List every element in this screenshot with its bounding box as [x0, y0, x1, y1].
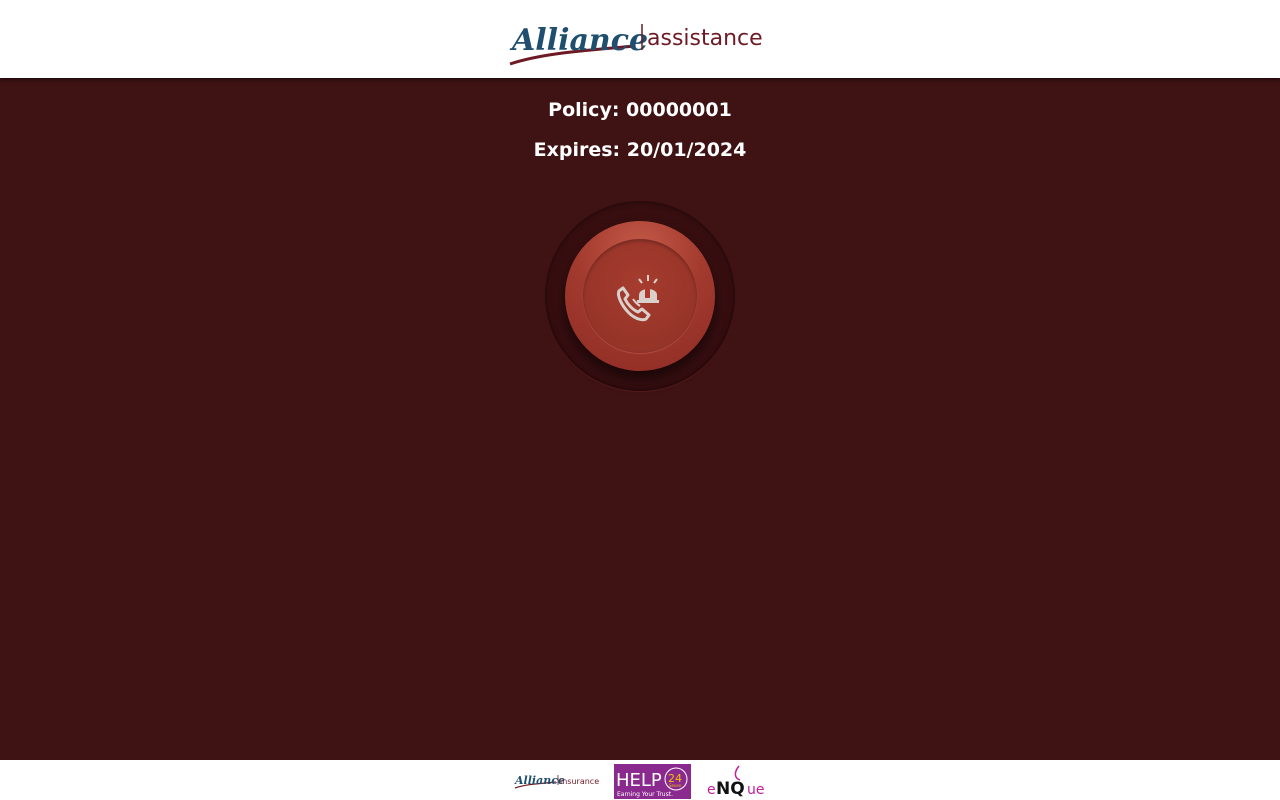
- svg-text:Earning Your Trust.: Earning Your Trust.: [617, 791, 673, 798]
- emergency-call-button[interactable]: [565, 221, 715, 371]
- emergency-call-icon: [617, 275, 659, 322]
- svg-text:Alliance: Alliance: [514, 774, 565, 787]
- svg-text:NQ: NQ: [716, 779, 745, 798]
- app-header: Alliance assistance: [0, 0, 1280, 78]
- emergency-call-button-face: [583, 239, 697, 353]
- svg-text:e: e: [707, 782, 716, 798]
- svg-text:HELP: HELP: [616, 770, 662, 791]
- enque-logo: e NQ ue: [707, 765, 764, 798]
- policy-expiry: Expires: 20/01/2024: [533, 139, 747, 161]
- svg-text:insurance: insurance: [560, 777, 599, 786]
- help24seven-logo: HELP 24 Seven Earning Your Trust.: [614, 764, 691, 799]
- policy-number: Policy: 00000001: [548, 99, 732, 121]
- alliance-insurance-logo: Alliance insurance: [514, 774, 599, 789]
- svg-text:ue: ue: [747, 782, 764, 798]
- svg-text:Seven: Seven: [669, 783, 682, 788]
- alliance-assistance-logo: Alliance assistance: [509, 23, 763, 66]
- svg-text:assistance: assistance: [647, 26, 763, 51]
- partner-footer: Alliance insurance HELP 24 Seven Earning…: [0, 760, 1280, 800]
- main-panel: Policy: 00000001 Expires: 20/01/2024: [0, 80, 1280, 760]
- svg-text:Alliance: Alliance: [509, 23, 648, 58]
